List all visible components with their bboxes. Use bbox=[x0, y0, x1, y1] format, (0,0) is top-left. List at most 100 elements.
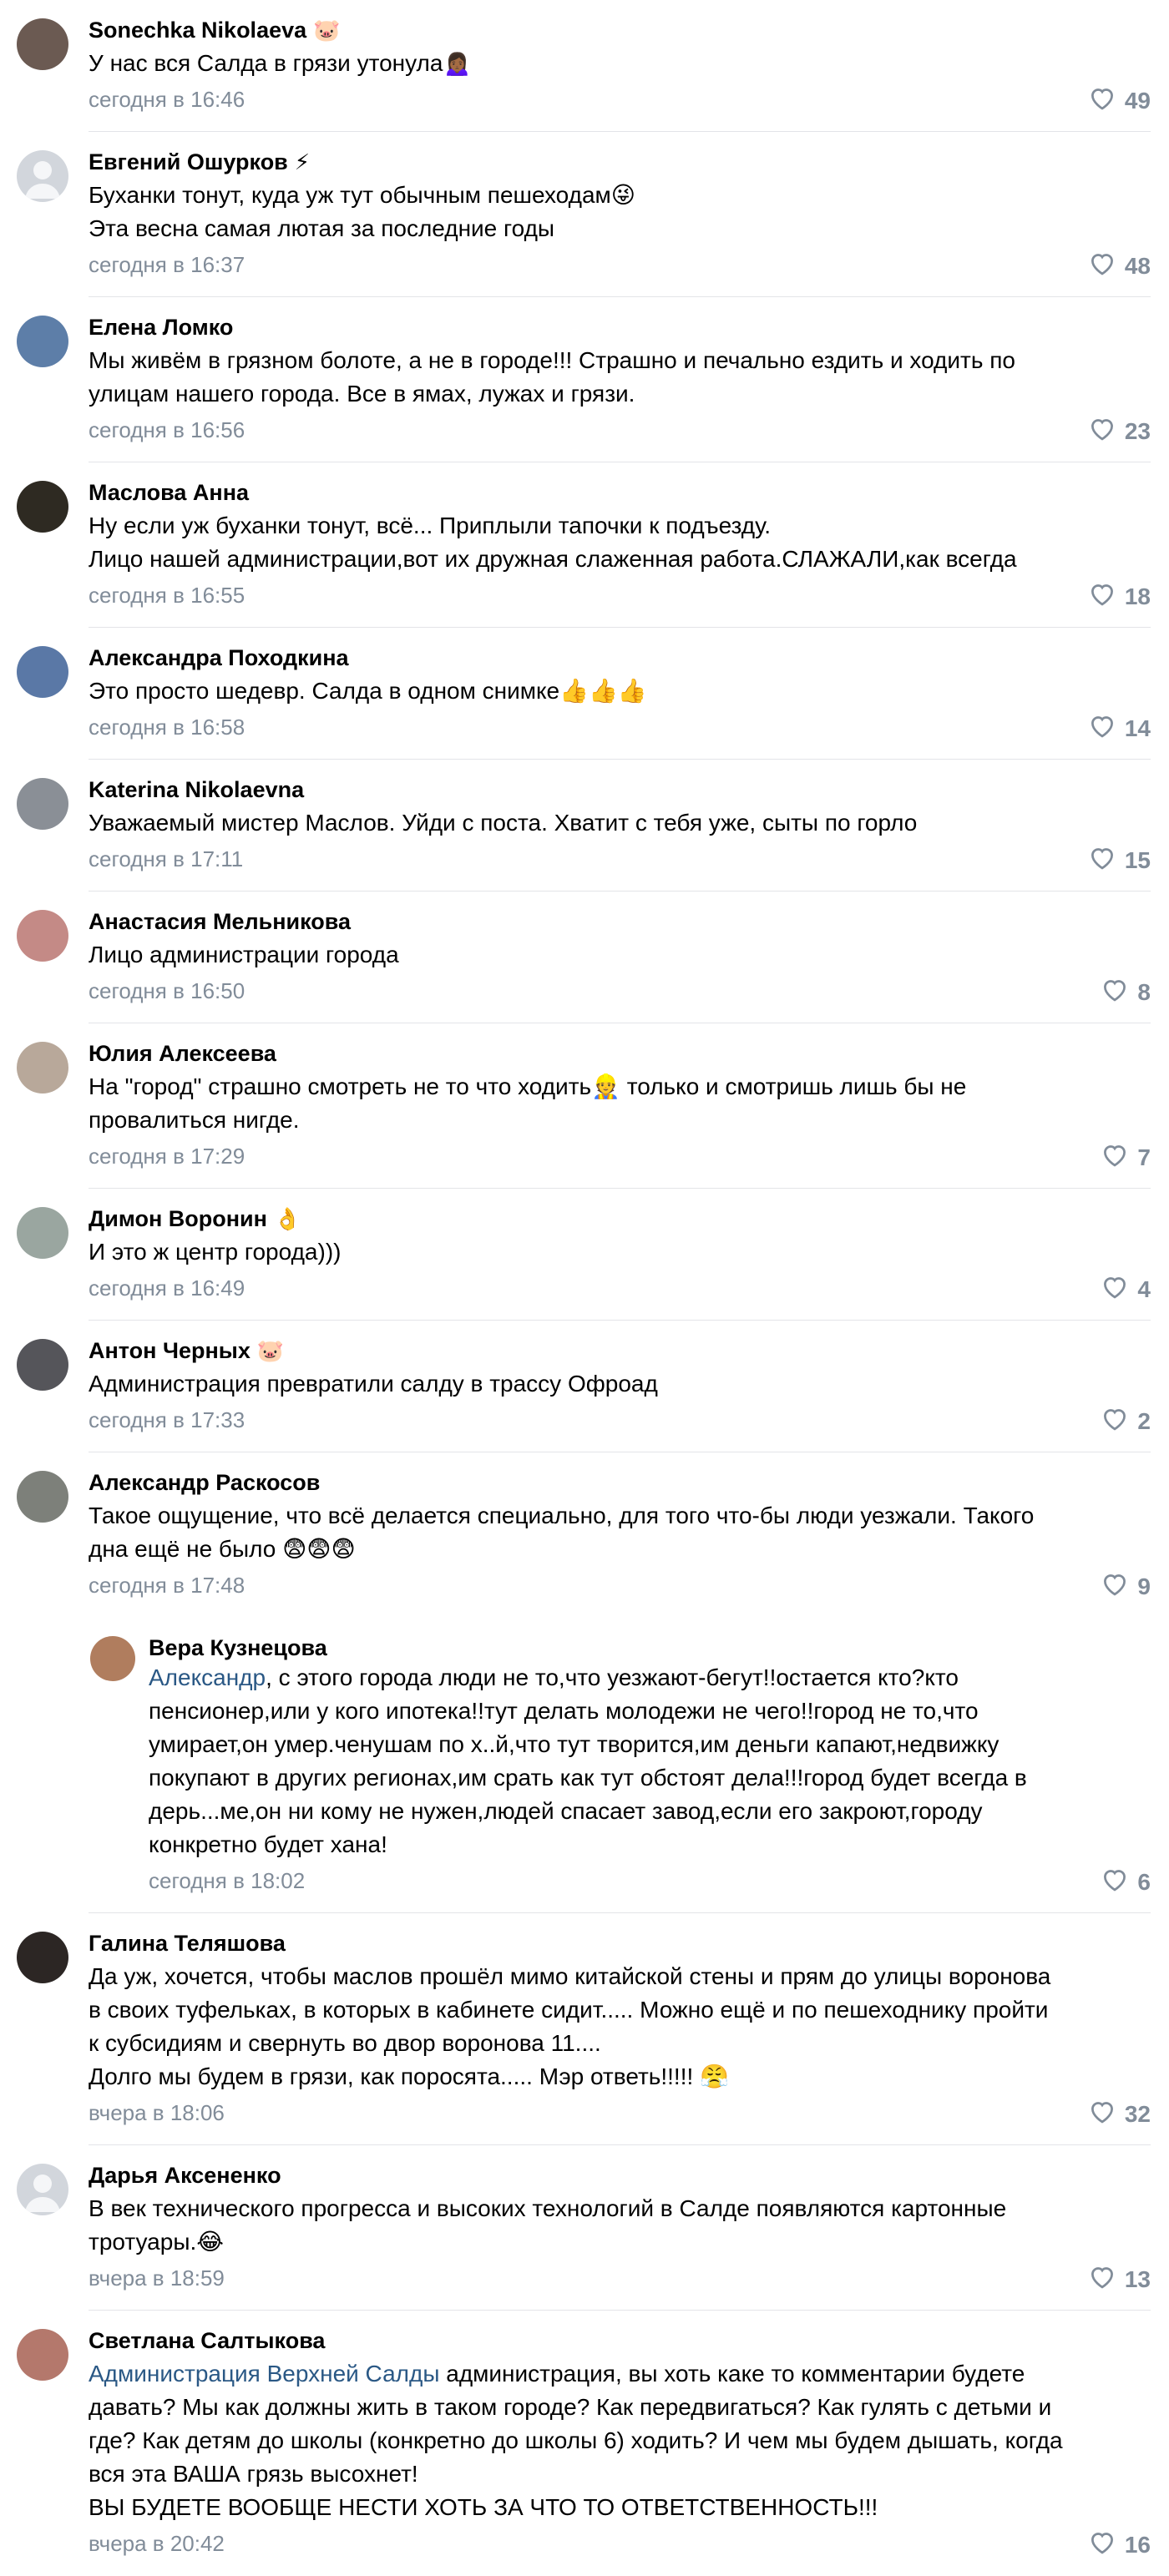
author-name[interactable]: Антон Черных 🐷 bbox=[89, 1336, 284, 1366]
author-name-text: Галина Теляшова bbox=[89, 1931, 286, 1956]
comment-timestamp[interactable]: сегодня в 16:55 bbox=[89, 581, 245, 609]
comment-text-content: дерь...ме,он ни кому не нужен,людей спас… bbox=[149, 1798, 983, 1824]
author-name[interactable]: Sonechka Nikolaeva 🐷 bbox=[89, 15, 341, 46]
comment-text-content: дна ещё не было 😨😨😨 bbox=[89, 1536, 356, 1562]
comment-text-content: На "город" страшно смотреть не то что хо… bbox=[89, 1073, 967, 1099]
comment-text-line: покупают в других регионах,им срать как … bbox=[149, 1761, 1134, 1795]
comment-text-line: Администрация превратили салду в трассу … bbox=[89, 1367, 1132, 1401]
mention-link[interactable]: Александр bbox=[149, 1664, 266, 1690]
comment-timestamp[interactable]: сегодня в 17:29 bbox=[89, 1142, 245, 1170]
like-button[interactable]: 18 bbox=[1088, 581, 1151, 613]
author-name[interactable]: Елена Ломко bbox=[89, 312, 233, 342]
heart-icon bbox=[1101, 977, 1129, 1008]
author-name-text: Sonechka Nikolaeva bbox=[89, 18, 307, 43]
author-name[interactable]: Александра Походкина bbox=[89, 643, 349, 673]
author-name[interactable]: Маслова Анна bbox=[89, 477, 249, 508]
avatar[interactable] bbox=[17, 2164, 68, 2215]
like-count: 18 bbox=[1124, 583, 1151, 609]
heart-icon bbox=[1088, 581, 1116, 613]
comment-text-line: Лицо администрации города bbox=[89, 938, 1132, 972]
comment-timestamp[interactable]: вчера в 20:42 bbox=[89, 2529, 225, 2558]
like-button[interactable]: 23 bbox=[1088, 416, 1151, 447]
avatar[interactable] bbox=[17, 910, 68, 962]
comment-timestamp[interactable]: сегодня в 16:58 bbox=[89, 713, 245, 741]
comment: Александр Раскосов Такое ощущение, что вс… bbox=[0, 1452, 1169, 1618]
comment-timestamp[interactable]: сегодня в 16:50 bbox=[89, 977, 245, 1005]
author-name[interactable]: Анастасия Мельникова bbox=[89, 907, 351, 937]
avatar[interactable] bbox=[17, 778, 68, 830]
avatar[interactable] bbox=[17, 646, 68, 698]
author-name-text: Дарья Аксененко bbox=[89, 2163, 281, 2188]
like-button[interactable]: 2 bbox=[1101, 1406, 1151, 1437]
author-name[interactable]: Вера Кузнецова bbox=[149, 1633, 327, 1663]
comment-timestamp[interactable]: вчера в 18:06 bbox=[89, 2099, 225, 2127]
author-name[interactable]: Katerina Nikolaevna bbox=[89, 775, 304, 805]
author-name-text: Антон Черных bbox=[89, 1338, 250, 1363]
comment-text-line: где? Как детям до школы (конкретно до шк… bbox=[89, 2424, 1132, 2457]
comment-text-content: вся эта ВАША грязь высохнет! bbox=[89, 2461, 418, 2487]
like-button[interactable]: 7 bbox=[1101, 1142, 1151, 1174]
comment: Sonechka Nikolaeva 🐷 У нас вся Салда в гря… bbox=[0, 0, 1169, 132]
comment-text-content: конкретно будет хана! bbox=[149, 1831, 387, 1857]
comment: Юлия Алексеева На "город" страшно смотрет… bbox=[0, 1023, 1169, 1189]
comment-text-line: к субсидиям и свернуть во двор воронова … bbox=[89, 2027, 1132, 2060]
avatar[interactable] bbox=[17, 1042, 68, 1094]
comment-timestamp[interactable]: сегодня в 17:33 bbox=[89, 1406, 245, 1434]
like-button[interactable]: 48 bbox=[1088, 250, 1151, 282]
author-name-text: Юлия Алексеева bbox=[89, 1041, 276, 1066]
comment-text: На "город" страшно смотреть не то что хо… bbox=[89, 1070, 1132, 1137]
avatar[interactable] bbox=[17, 1339, 68, 1391]
comment-timestamp[interactable]: сегодня в 16:37 bbox=[89, 250, 245, 279]
comment-text-content: тротуары.😂 bbox=[89, 2229, 224, 2255]
comment-timestamp[interactable]: сегодня в 18:02 bbox=[149, 1866, 305, 1895]
comment-text-line: дна ещё не было 😨😨😨 bbox=[89, 1533, 1132, 1566]
comment-text-content: покупают в других регионах,им срать как … bbox=[149, 1765, 1027, 1791]
author-name[interactable]: Дарья Аксененко bbox=[89, 2160, 281, 2190]
like-button[interactable]: 4 bbox=[1101, 1274, 1151, 1306]
like-button[interactable]: 16 bbox=[1088, 2529, 1151, 2561]
comment-text-content: Такое ощущение, что всё делается специал… bbox=[89, 1503, 1035, 1528]
like-button[interactable]: 32 bbox=[1088, 2099, 1151, 2130]
avatar[interactable] bbox=[17, 1207, 68, 1259]
comment-text-content: Ну если уж буханки тонут, всё... Приплыл… bbox=[89, 513, 772, 538]
like-button[interactable]: 13 bbox=[1088, 2264, 1151, 2296]
avatar[interactable] bbox=[17, 481, 68, 533]
avatar[interactable] bbox=[17, 2329, 68, 2381]
like-button[interactable]: 9 bbox=[1101, 1571, 1151, 1603]
like-button[interactable]: 14 bbox=[1088, 713, 1151, 745]
author-name[interactable]: Димон Воронин 👌 bbox=[89, 1204, 301, 1235]
comment-text-content: в своих туфельках, в которых в кабинете … bbox=[89, 1997, 1049, 2023]
author-name[interactable]: Светлана Салтыкова bbox=[89, 2326, 325, 2356]
avatar[interactable] bbox=[17, 150, 68, 202]
comment-timestamp[interactable]: сегодня в 16:46 bbox=[89, 85, 245, 114]
avatar[interactable] bbox=[17, 18, 68, 70]
comment-timestamp[interactable]: сегодня в 16:49 bbox=[89, 1274, 245, 1302]
comment-timestamp[interactable]: сегодня в 16:56 bbox=[89, 416, 245, 444]
comment-timestamp[interactable]: сегодня в 17:48 bbox=[89, 1571, 245, 1599]
comment: Елена Ломко Мы живём в грязном болоте, а … bbox=[0, 297, 1169, 462]
avatar[interactable] bbox=[17, 1932, 68, 1983]
like-button[interactable]: 6 bbox=[1101, 1866, 1151, 1898]
avatar[interactable] bbox=[17, 316, 68, 367]
author-name-text: Маслова Анна bbox=[89, 480, 250, 505]
heart-icon bbox=[1088, 85, 1116, 117]
author-name[interactable]: Юлия Алексеева bbox=[89, 1038, 276, 1068]
comment-text-content: У нас вся Салда в грязи утонула🙍🏾‍♀️ bbox=[89, 50, 473, 76]
author-name-text: Александра Походкина bbox=[89, 645, 349, 670]
comment-text-line: И это ж центр города))) bbox=[89, 1235, 1132, 1269]
comment-text-content: Эта весна самая лютая за последние годы bbox=[89, 215, 555, 241]
like-button[interactable]: 49 bbox=[1088, 85, 1151, 117]
like-button[interactable]: 8 bbox=[1101, 977, 1151, 1008]
like-button[interactable]: 15 bbox=[1088, 845, 1151, 876]
comment-text-line: Александр, с этого города люди не то,что… bbox=[149, 1661, 1134, 1695]
comment-text-content: Это просто шедевр. Салда в одном снимке👍… bbox=[89, 678, 647, 704]
comment-timestamp[interactable]: сегодня в 17:11 bbox=[89, 845, 243, 873]
mention-link[interactable]: Администрация Верхней Салды bbox=[89, 2361, 439, 2387]
author-name[interactable]: Евгений Ошурков ⚡ bbox=[89, 147, 310, 178]
author-name-text: Анастасия Мельникова bbox=[89, 909, 352, 934]
avatar[interactable] bbox=[90, 1636, 135, 1681]
comment-timestamp[interactable]: вчера в 18:59 bbox=[89, 2264, 225, 2292]
author-name[interactable]: Александр Раскосов bbox=[89, 1467, 320, 1498]
author-name[interactable]: Галина Теляшова bbox=[89, 1928, 286, 1958]
avatar[interactable] bbox=[17, 1471, 68, 1523]
